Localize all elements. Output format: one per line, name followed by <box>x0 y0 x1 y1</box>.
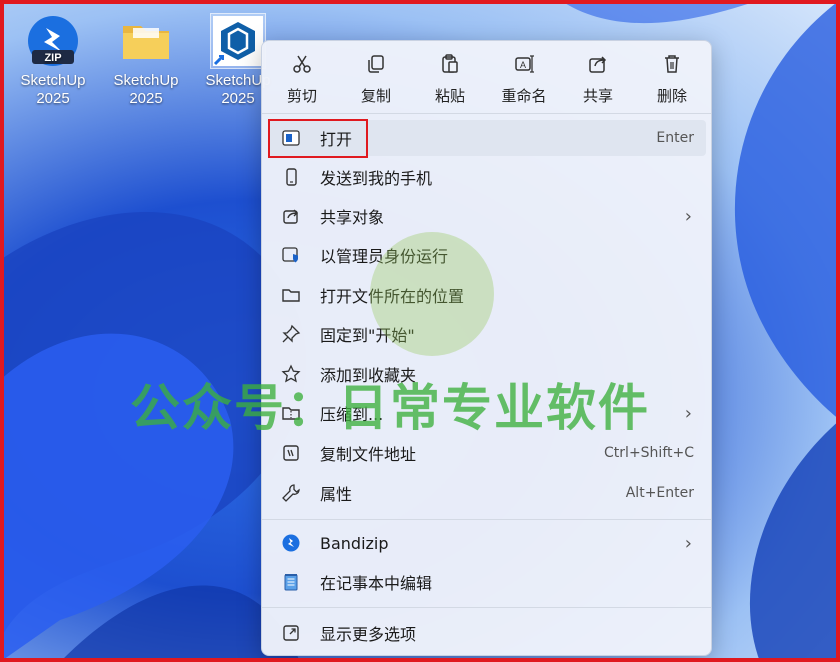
bandizip-icon <box>281 533 301 553</box>
trash-icon <box>637 53 707 79</box>
chevron-right-icon: › <box>684 402 692 424</box>
menu-item-label: Bandizip <box>320 533 389 553</box>
menu-divider <box>262 519 711 520</box>
cut-label: 剪切 <box>286 87 317 105</box>
shortcut-text: Enter <box>656 130 694 146</box>
menu-item-copy-as-path[interactable]: 复制文件地址 Ctrl+Shift+C <box>268 435 706 471</box>
copy-label: 复制 <box>360 87 391 105</box>
svg-text:A: A <box>520 60 526 70</box>
menu-item-label: 属性 <box>320 485 353 504</box>
paste-label: 粘贴 <box>434 87 465 105</box>
delete-button[interactable]: 删除 <box>637 53 707 106</box>
share-icon <box>563 53 633 79</box>
desktop-icon-label-line2: 2025 <box>129 90 163 107</box>
cut-button[interactable]: 剪切 <box>267 53 337 106</box>
share-button[interactable]: 共享 <box>563 53 633 106</box>
menu-item-label: 共享对象 <box>320 208 385 227</box>
delete-label: 删除 <box>656 87 687 105</box>
menu-item-properties[interactable]: 属性 Alt+Enter <box>268 475 706 511</box>
notepad-icon <box>281 572 301 592</box>
share-label: 共享 <box>582 87 613 105</box>
desktop-icon-sketchup-folder[interactable]: SketchUp 2025 <box>108 14 184 108</box>
chevron-right-icon: › <box>684 532 692 554</box>
wrench-icon <box>281 483 301 503</box>
folder-open-icon <box>281 285 301 305</box>
menu-item-show-more-options[interactable]: 显示更多选项 <box>268 615 706 651</box>
expand-icon <box>281 623 301 643</box>
shortcut-text: Ctrl+Shift+C <box>604 445 694 461</box>
svg-text:ZIP: ZIP <box>44 52 61 64</box>
menu-item-label: 复制文件地址 <box>320 445 417 464</box>
menu-item-send-to-phone[interactable]: 发送到我的手机 <box>268 159 706 195</box>
sketchup-app-icon <box>210 13 266 69</box>
menu-item-label: 在记事本中编辑 <box>320 574 433 593</box>
menu-item-label: 显示更多选项 <box>320 625 417 644</box>
desktop-icon-label: SketchUp <box>113 72 179 89</box>
phone-icon <box>281 167 301 187</box>
menu-item-share-with[interactable]: 共享对象 › <box>268 198 706 234</box>
menu-item-label: 打开 <box>320 130 353 149</box>
rename-button[interactable]: A 重命名 <box>489 53 559 106</box>
menu-item-edit-in-notepad[interactable]: 在记事本中编辑 <box>268 564 706 600</box>
menu-divider <box>262 113 711 114</box>
desktop-icon-sketchup-zip[interactable]: ZIP SketchUp 2025 <box>15 14 91 108</box>
copy-icon <box>341 53 411 79</box>
context-menu-toolbar: 剪切 复制 粘贴 A 重命名 共享 删除 <box>262 41 711 113</box>
rename-icon: A <box>489 53 559 79</box>
desktop-icon-label: SketchUp <box>20 72 86 89</box>
open-highlight-annotation <box>268 119 368 158</box>
menu-item-label: 发送到我的手机 <box>320 169 433 188</box>
shortcut-text: Alt+Enter <box>625 485 694 501</box>
copy-button[interactable]: 复制 <box>341 53 411 106</box>
watermark-text: 公众号：日常专业软件 <box>130 379 650 437</box>
pin-icon <box>281 324 301 344</box>
rename-label: 重命名 <box>501 87 547 105</box>
desktop-icon-label-line2: 2025 <box>36 90 70 107</box>
paste-button[interactable]: 粘贴 <box>415 53 485 106</box>
shield-icon <box>281 245 301 265</box>
copy-path-icon <box>281 443 301 463</box>
menu-item-bandizip[interactable]: Bandizip › <box>268 525 706 561</box>
watermark-logo <box>370 232 494 356</box>
zip-file-icon: ZIP <box>26 14 80 68</box>
share-icon <box>281 206 301 226</box>
menu-divider <box>262 607 711 608</box>
clipboard-icon <box>415 53 485 79</box>
scissors-icon <box>267 53 337 79</box>
chevron-right-icon: › <box>684 205 692 227</box>
folder-icon <box>119 14 173 68</box>
